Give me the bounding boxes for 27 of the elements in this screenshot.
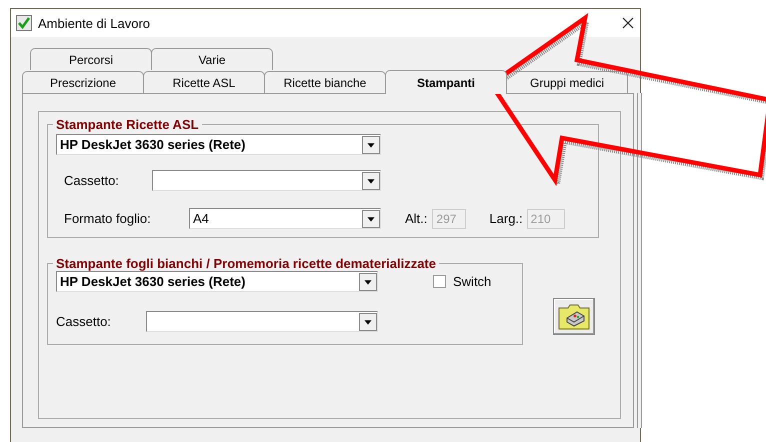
tab[interactable]: Gruppi medici: [506, 71, 628, 93]
dropdown-arrow-icon[interactable]: [362, 136, 380, 154]
field-label: Cassetto:: [63, 173, 120, 188]
field-label: Formato foglio:: [63, 211, 152, 226]
checkmark-icon: [16, 15, 32, 31]
group-title: Stampante Ricette ASL: [55, 117, 200, 132]
group-title: Stampante fogli bianchi / Promemoria ricette dematerializzate: [55, 256, 437, 271]
printer-dropdown[interactable]: HP DeskJet 3630 series (Rete): [56, 271, 378, 292]
printer-folder-icon: [558, 304, 590, 330]
printer-folder-button[interactable]: [553, 298, 595, 335]
tab[interactable]: Stampanti: [385, 70, 507, 94]
dropdown-arrow-icon[interactable]: [359, 272, 377, 290]
tab[interactable]: Percorsi: [30, 48, 152, 70]
dropdown-arrow-icon[interactable]: [362, 172, 380, 190]
field-label: Alt.:: [405, 211, 428, 226]
paper-size-dropdown[interactable]: A4: [189, 208, 381, 229]
window-title: Ambiente di Lavoro: [38, 16, 152, 30]
field-label: Larg.:: [489, 211, 523, 226]
close-icon[interactable]: [622, 17, 634, 29]
dropdown-arrow-icon[interactable]: [362, 210, 380, 228]
dropdown-arrow-icon[interactable]: [359, 312, 377, 330]
switch-checkbox[interactable]: [433, 275, 446, 288]
printer-dropdown[interactable]: HP DeskJet 3630 series (Rete): [56, 134, 381, 155]
field-label: Cassetto:: [56, 314, 112, 329]
tab[interactable]: Varie: [151, 48, 273, 70]
tab[interactable]: Prescrizione: [22, 71, 144, 93]
checkbox-label: Switch: [453, 274, 492, 289]
